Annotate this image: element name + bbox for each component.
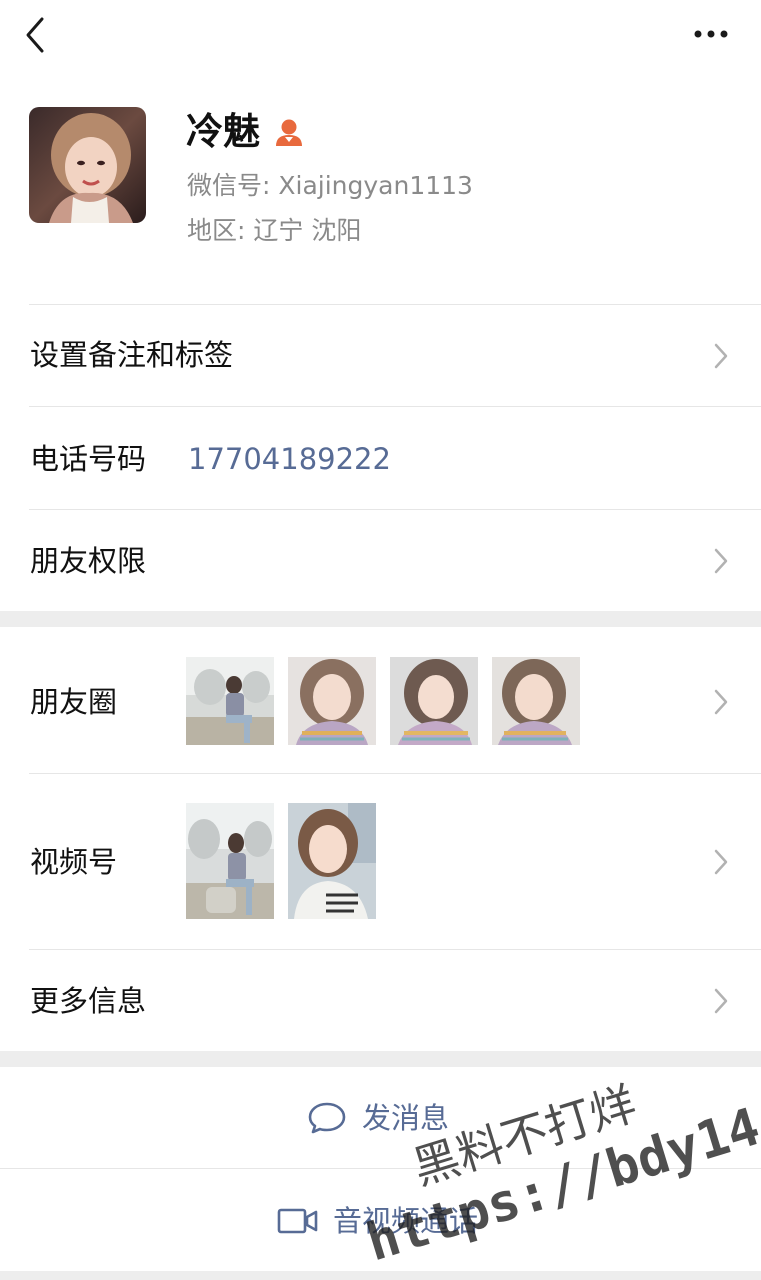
more-info-row[interactable]: 更多信息 bbox=[0, 950, 761, 1051]
wechat-id: 微信号: Xiajingyan1113 bbox=[187, 171, 473, 200]
chevron-right-icon bbox=[714, 689, 728, 715]
user-badge-icon bbox=[274, 116, 304, 148]
row-label: 朋友圈 bbox=[30, 685, 118, 719]
more-options-button[interactable] bbox=[690, 24, 734, 44]
row-label: 视频号 bbox=[30, 845, 118, 879]
chevron-right-icon bbox=[714, 988, 728, 1014]
phone-number-row: 电话号码 17704189222 bbox=[0, 407, 761, 509]
channels-thumbnail bbox=[186, 803, 274, 919]
channels-row[interactable]: 视频号 bbox=[0, 774, 761, 949]
video-camera-icon bbox=[277, 1208, 318, 1234]
section-separator bbox=[0, 1051, 761, 1067]
friend-permissions-row[interactable]: 朋友权限 bbox=[0, 510, 761, 611]
chat-bubble-icon bbox=[308, 1102, 346, 1134]
moments-thumbnail bbox=[492, 657, 580, 745]
chevron-left-icon bbox=[26, 17, 44, 53]
phone-number-link[interactable]: 17704189222 bbox=[188, 439, 391, 479]
moments-row[interactable]: 朋友圈 bbox=[0, 627, 761, 773]
channels-thumbnail bbox=[288, 803, 376, 919]
ellipsis-icon bbox=[694, 30, 728, 38]
row-label: 朋友权限 bbox=[30, 544, 147, 578]
voice-video-call-label: 音视频通话 bbox=[333, 1204, 479, 1238]
top-bar bbox=[0, 0, 761, 70]
moments-thumbnail bbox=[288, 657, 376, 745]
back-button[interactable] bbox=[22, 16, 52, 54]
moments-thumbnail bbox=[390, 657, 478, 745]
chevron-right-icon bbox=[714, 849, 728, 875]
contact-name: 冷魅 bbox=[186, 110, 260, 153]
row-label: 更多信息 bbox=[30, 984, 147, 1018]
moments-thumbnail bbox=[186, 657, 274, 745]
voice-video-call-button[interactable]: 音视频通话 bbox=[0, 1169, 761, 1271]
region: 地区: 辽宁 沈阳 bbox=[187, 216, 362, 245]
send-message-label: 发消息 bbox=[362, 1101, 450, 1135]
avatar[interactable] bbox=[29, 107, 146, 223]
profile-header: 冷魅 微信号: Xiajingyan1113 地区: 辽宁 沈阳 bbox=[0, 70, 761, 304]
chevron-right-icon bbox=[714, 548, 728, 574]
send-message-button[interactable]: 发消息 bbox=[0, 1067, 761, 1169]
chevron-right-icon bbox=[714, 343, 728, 369]
row-label: 电话号码 bbox=[30, 442, 147, 476]
row-label: 设置备注和标签 bbox=[30, 338, 234, 372]
remarks-and-tags-row[interactable]: 设置备注和标签 bbox=[0, 305, 761, 406]
section-separator bbox=[0, 611, 761, 627]
bottom-spacer bbox=[0, 1271, 761, 1280]
